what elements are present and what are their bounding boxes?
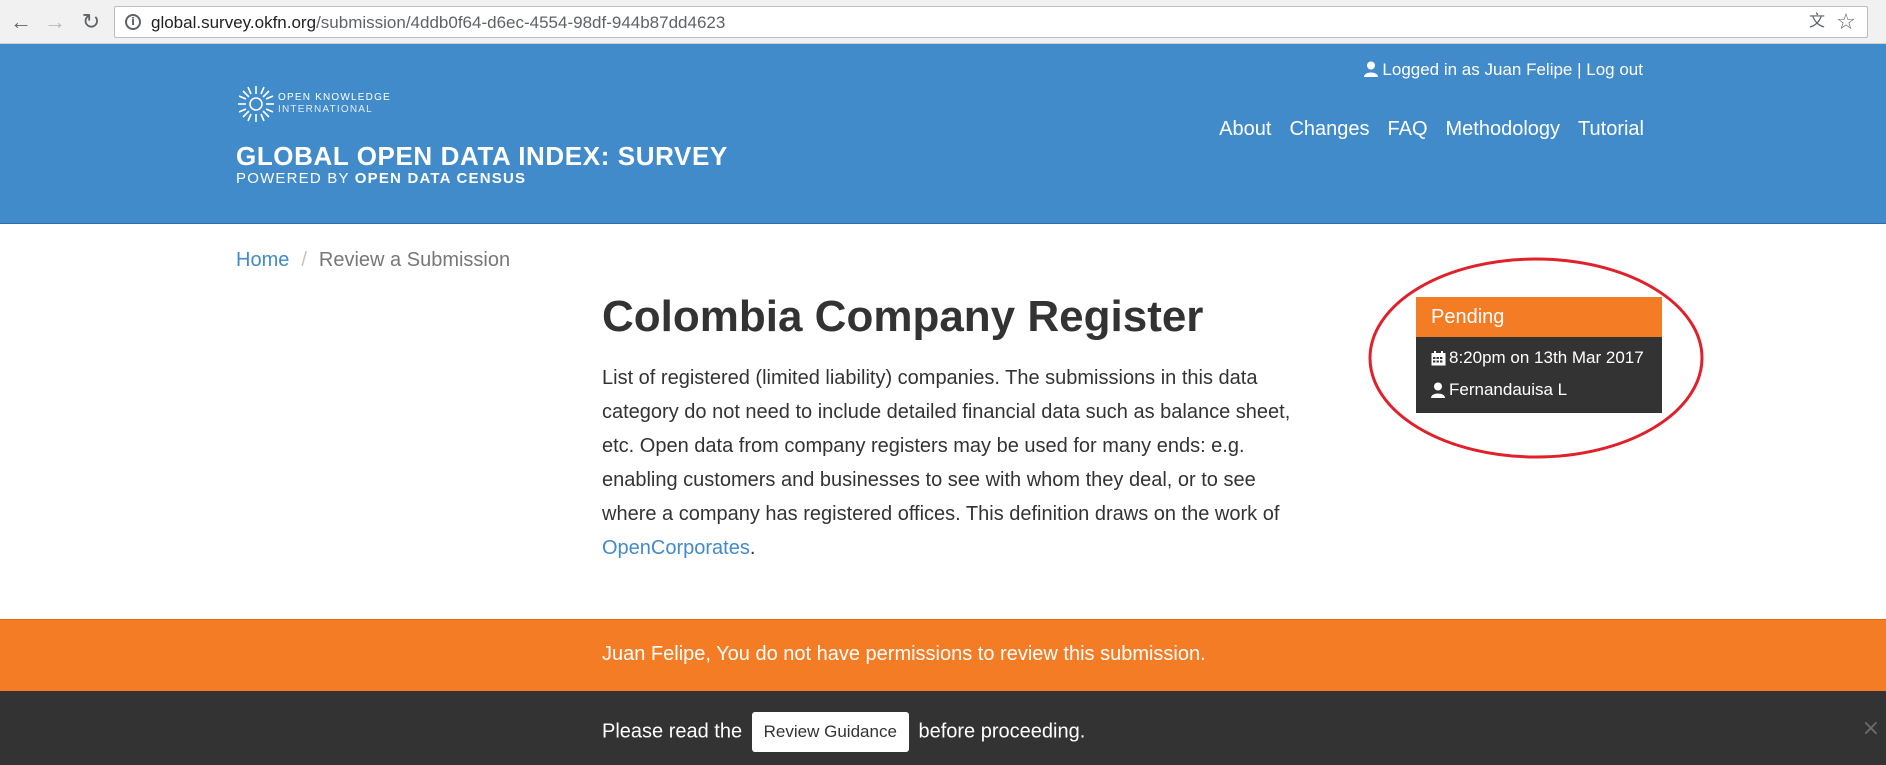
status-datetime: 8:20pm on 13th Mar 2017: [1449, 348, 1644, 367]
logo-text-line2: INTERNATIONAL: [278, 104, 373, 115]
opencorporates-link[interactable]: OpenCorporates: [602, 537, 750, 559]
info-icon[interactable]: i: [125, 14, 141, 30]
close-icon[interactable]: ×: [1862, 718, 1880, 740]
nav-methodology[interactable]: Methodology: [1446, 118, 1561, 140]
status-card: Pending 8:20pm on 13th Mar 2017 Fernanda…: [1416, 297, 1662, 413]
logout-link[interactable]: Log out: [1586, 60, 1643, 79]
okfn-sunburst-icon: [238, 86, 274, 122]
status-submitter[interactable]: Fernandauisa L: [1449, 380, 1567, 399]
status-datetime-row: 8:20pm on 13th Mar 2017: [1431, 347, 1662, 379]
notice-message: Please read the Review Guidance before p…: [602, 712, 1085, 752]
guidance-notice: Please read the Review Guidance before p…: [0, 691, 1886, 765]
nav-faq[interactable]: FAQ: [1388, 118, 1428, 140]
dataset-description: List of registered (limited liability) c…: [602, 361, 1304, 565]
user-icon: [1364, 61, 1379, 77]
breadcrumb-current: Review a Submission: [318, 249, 511, 271]
calendar-icon: [1431, 350, 1449, 372]
bookmark-star-icon[interactable]: ☆: [1835, 10, 1857, 34]
alert-message: Juan Felipe, You do not have permissions…: [602, 643, 1206, 665]
subtitle-brand: OPEN DATA CENSUS: [354, 170, 527, 187]
okfn-logo[interactable]: OPEN KNOWLEDGE INTERNATIONAL: [236, 84, 486, 126]
status-submitter-row: Fernandauisa L: [1431, 379, 1662, 411]
nav-changes[interactable]: Changes: [1289, 118, 1369, 140]
address-bar[interactable]: i global.survey.okfn.org/submission/4ddb…: [114, 6, 1868, 38]
breadcrumb: Home / Review a Submission: [236, 249, 510, 272]
url-text[interactable]: global.survey.okfn.org/submission/4ddb0f…: [151, 13, 725, 33]
notice-text-before: Please read the: [602, 720, 748, 743]
nav-about[interactable]: About: [1219, 118, 1271, 140]
site-title[interactable]: GLOBAL OPEN DATA INDEX: SURVEY: [236, 141, 728, 172]
subtitle-prefix: POWERED BY: [236, 170, 355, 187]
nav-tutorial[interactable]: Tutorial: [1578, 118, 1644, 140]
review-guidance-button[interactable]: Review Guidance: [751, 712, 909, 752]
breadcrumb-separator: /: [301, 249, 307, 271]
breadcrumb-home[interactable]: Home: [236, 249, 289, 271]
site-header: OPEN KNOWLEDGE INTERNATIONAL GLOBAL OPEN…: [0, 44, 1886, 224]
url-host: global.survey.okfn.org: [151, 13, 317, 32]
url-path: /submission/4ddb0f64-d6ec-4554-98df-944b…: [316, 13, 726, 32]
user-status: Logged in as Juan Felipe | Log out: [1364, 60, 1643, 80]
logo-text-line1: OPEN KNOWLEDGE: [278, 92, 391, 103]
logged-in-text: Logged in as Juan Felipe: [1382, 60, 1573, 79]
description-end: .: [749, 537, 756, 559]
browser-toolbar: ← → ↻ i global.survey.okfn.org/submissio…: [0, 0, 1886, 44]
reload-icon[interactable]: ↻: [78, 9, 104, 35]
permission-alert: Juan Felipe, You do not have permissions…: [0, 619, 1886, 691]
description-text: List of registered (limited liability) c…: [602, 367, 1291, 525]
translate-icon[interactable]: 文: [1807, 12, 1827, 32]
page-title: Colombia Company Register: [602, 292, 1204, 341]
forward-arrow-icon[interactable]: →: [42, 9, 68, 35]
status-badge: Pending: [1416, 297, 1662, 337]
status-details: 8:20pm on 13th Mar 2017 Fernandauisa L: [1416, 337, 1662, 413]
notice-text-after: before proceeding.: [912, 720, 1086, 743]
site-subtitle: POWERED BY OPEN DATA CENSUS: [236, 170, 526, 187]
user-icon: [1431, 382, 1449, 404]
user-separator: |: [1572, 60, 1587, 79]
main-nav: About Changes FAQ Methodology Tutorial: [1201, 118, 1644, 141]
back-arrow-icon[interactable]: ←: [8, 9, 34, 35]
